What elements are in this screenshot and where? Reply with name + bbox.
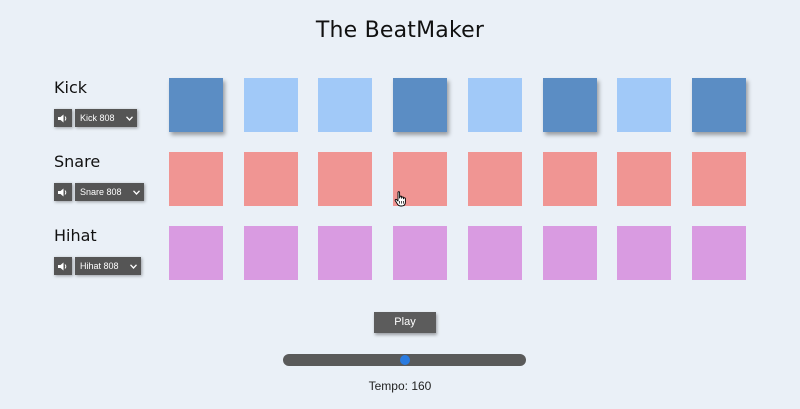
snare-pad-6[interactable] [543,152,597,206]
hihat-pad-1[interactable] [169,226,223,280]
speaker-icon [58,114,67,122]
kick-pad-7[interactable] [617,78,671,132]
hihat-pad-2[interactable] [244,226,298,280]
kick-pad-1[interactable] [169,78,223,132]
hihat-pad-4[interactable] [393,226,447,280]
mute-button-kick[interactable] [54,109,72,127]
hihat-pad-5[interactable] [468,226,522,280]
track-name-hihat: Hihat [54,226,97,245]
sound-select-kick[interactable]: Kick 808 [75,109,137,127]
kick-pad-3[interactable] [318,78,372,132]
tempo-slider[interactable] [283,354,526,366]
mute-button-snare[interactable] [54,183,72,201]
kick-pad-2[interactable] [244,78,298,132]
sound-select-snare[interactable]: Snare 808 [75,183,144,201]
snare-pad-1[interactable] [169,152,223,206]
hihat-pad-6[interactable] [543,226,597,280]
pads-kick [169,78,747,132]
track-name-kick: Kick [54,78,87,97]
page-title: The BeatMaker [315,18,485,43]
track-controls-snare: Snare Snare 808 [54,150,164,206]
speaker-icon [58,188,67,196]
snare-pad-5[interactable] [468,152,522,206]
sound-select-hihat-value: Hihat 808 [80,261,119,271]
tempo-value: 160 [411,379,432,393]
play-button[interactable]: Play [374,312,436,333]
snare-pad-3[interactable] [318,152,372,206]
tempo-label: Tempo: [368,379,408,393]
track-snare: Snare Snare 808 [0,150,800,206]
track-kick: Kick Kick 808 [0,76,800,132]
chevron-down-icon [132,183,140,201]
track-hihat: Hihat Hihat 808 [0,224,800,280]
track-controls-kick: Kick Kick 808 [54,76,164,132]
kick-pad-6[interactable] [543,78,597,132]
hihat-pad-8[interactable] [692,226,746,280]
tempo-slider-thumb[interactable] [399,355,410,365]
speaker-icon [58,262,67,270]
kick-pad-4[interactable] [393,78,447,132]
sound-select-snare-value: Snare 808 [80,187,122,197]
sound-select-hihat[interactable]: Hihat 808 [75,257,141,275]
track-name-snare: Snare [54,152,101,171]
snare-pad-7[interactable] [617,152,671,206]
tempo-readout: Tempo: 160 [0,379,800,393]
sound-select-kick-value: Kick 808 [80,113,115,123]
snare-pad-2[interactable] [244,152,298,206]
hihat-pad-7[interactable] [617,226,671,280]
pads-hihat [169,226,747,280]
snare-pad-4[interactable] [393,152,447,206]
hihat-pad-3[interactable] [318,226,372,280]
chevron-down-icon [125,109,133,127]
track-controls-hihat: Hihat Hihat 808 [54,224,164,280]
chevron-down-icon [129,257,137,275]
kick-pad-5[interactable] [468,78,522,132]
mute-button-hihat[interactable] [54,257,72,275]
kick-pad-8[interactable] [692,78,746,132]
pads-snare [169,152,747,206]
beatmaker-page: The BeatMaker Kick Kick 808 Snare Snare … [0,0,800,409]
snare-pad-8[interactable] [692,152,746,206]
